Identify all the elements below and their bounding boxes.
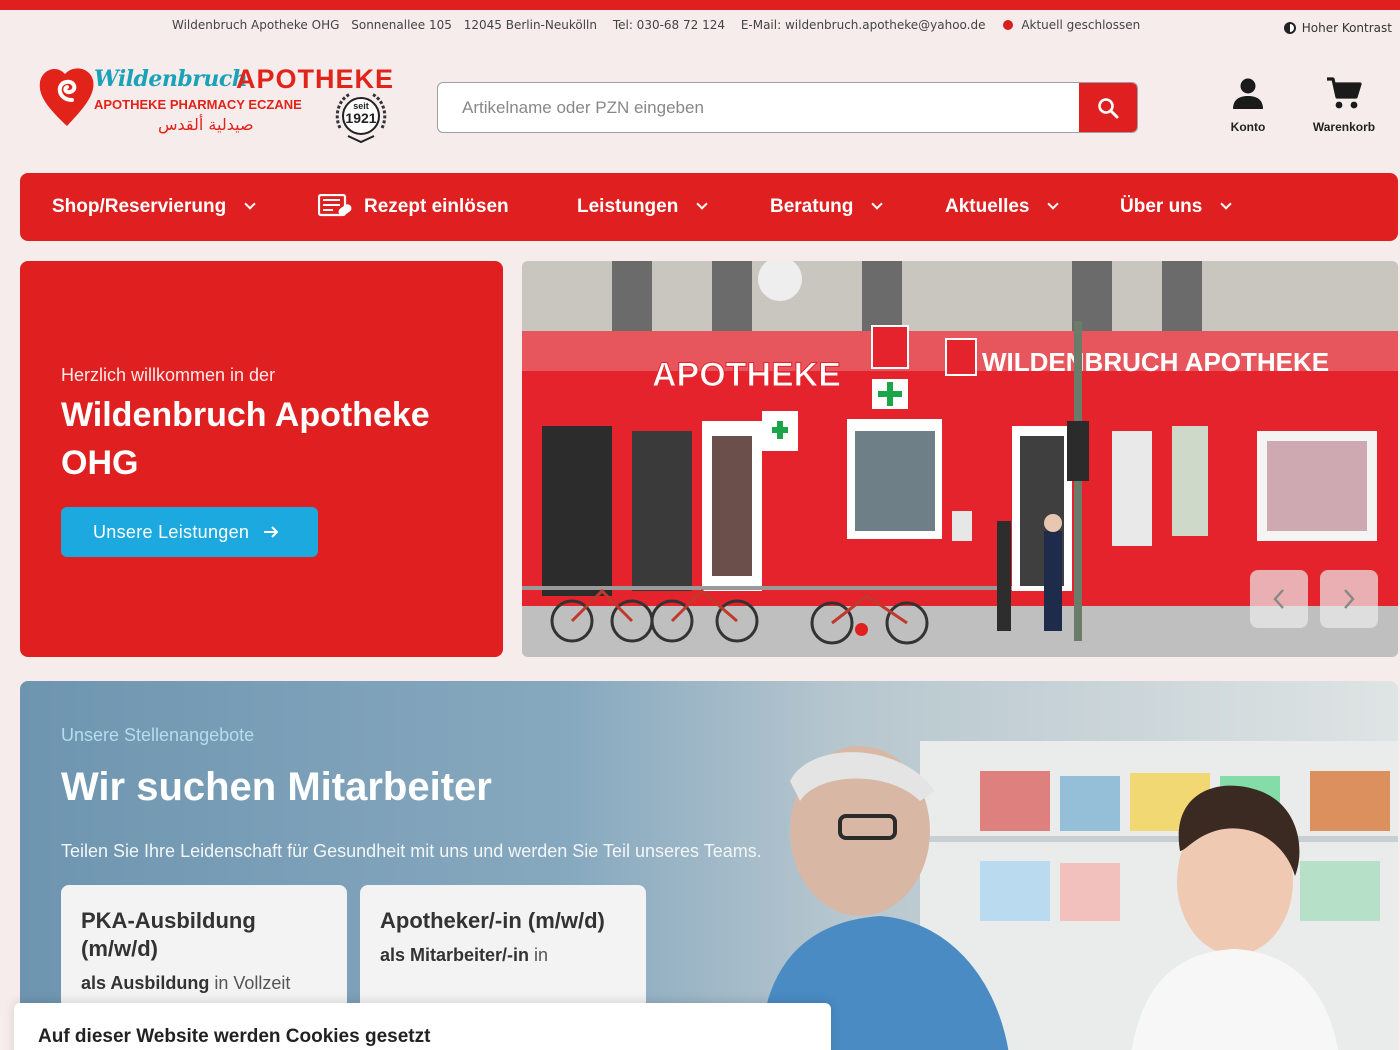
cart-icon (1327, 77, 1362, 109)
search-button[interactable] (1079, 83, 1137, 132)
status-dot-icon (1003, 20, 1014, 30)
chevron-left-icon (1273, 589, 1284, 609)
search-input[interactable] (438, 83, 1078, 132)
chevron-down-icon (696, 198, 709, 210)
chevron-right-icon (1344, 589, 1355, 609)
welcome-panel: Herzlich willkommen in der Wildenbruch A… (20, 261, 503, 657)
job-card-type-bold: als Mitarbeiter/-in (380, 945, 530, 965)
user-icon (1233, 78, 1263, 109)
carousel-next-button[interactable] (1320, 570, 1378, 628)
job-card-type: als Ausbildung in Vollzeit (81, 973, 327, 994)
welcome-kicker: Herzlich willkommen in der (61, 365, 276, 385)
job-card-type: als Mitarbeiter/-in in (380, 945, 626, 966)
hero-carousel: APOTHEKE WILDENBRUCH APOTHEKE (522, 261, 1398, 657)
chevron-down-icon (1047, 198, 1060, 210)
main-navigation: Shop/Reservierung Rezept einlösen Leistu… (20, 173, 1398, 241)
services-button-label: Unsere Leistungen (93, 521, 250, 542)
nav-item-services[interactable]: Leistungen (577, 173, 709, 241)
high-contrast-toggle[interactable]: Hoher Kontrast (1283, 21, 1392, 35)
contact-info: Wildenbruch Apotheke OHG Sonnenallee 105… (172, 18, 1148, 32)
jobs-kicker: Unsere Stellenangebote (61, 725, 255, 745)
cookie-banner: Auf dieser Website werden Cookies gesetz… (14, 1003, 831, 1050)
jobs-description: Teilen Sie Ihre Leidenschaft für Gesundh… (61, 841, 762, 861)
logo-subtitle: APOTHEKE PHARMACY ECZANE (94, 97, 302, 112)
carousel-indicator-dot[interactable] (855, 623, 868, 636)
company-name: Wildenbruch Apotheke OHG (172, 18, 340, 32)
nav-item-label: Leistungen (577, 196, 679, 217)
nav-item-news[interactable]: Aktuelles (945, 173, 1060, 241)
logo-arabic-text: صيدلية ألقدس (158, 115, 254, 134)
account-label: Konto (1230, 120, 1266, 134)
jobs-title: Wir suchen Mitarbeiter (61, 765, 492, 809)
nav-item-about[interactable]: Über uns (1120, 173, 1233, 241)
info-bar: Wildenbruch Apotheke OHG Sonnenallee 105… (0, 10, 1400, 42)
nav-item-label: Rezept einlösen (364, 196, 509, 217)
job-card-type-rest: in (529, 945, 549, 965)
search-icon (1098, 97, 1119, 118)
nav-item-shop[interactable]: Shop/Reservierung (52, 173, 256, 241)
high-contrast-label: Hoher Kontrast (1301, 21, 1392, 35)
job-card-type-rest: in Vollzeit (209, 973, 291, 993)
cart-label: Warenkorb (1312, 120, 1376, 134)
cart-button[interactable]: Warenkorb (1304, 76, 1384, 146)
opening-status: Aktuell geschlossen (1021, 18, 1141, 32)
nav-item-label: Shop/Reservierung (52, 196, 227, 217)
seal-badge-icon: seit 1921 (335, 92, 387, 144)
hero-sign-right: WILDENBRUCH APOTHEKE (982, 347, 1329, 377)
carousel-prev-button[interactable] (1250, 570, 1308, 628)
street-address: Sonnenallee 105 (351, 18, 452, 32)
search-bar (437, 82, 1138, 133)
city-address: 12045 Berlin-Neukölln (463, 18, 597, 32)
chevron-down-icon (1220, 198, 1233, 210)
chevron-down-icon (871, 198, 884, 210)
nav-item-label: Aktuelles (945, 196, 1030, 217)
job-card-type-bold: als Ausbildung (81, 973, 210, 993)
chevron-down-icon (244, 198, 256, 210)
cookie-banner-title: Auf dieser Website werden Cookies gesetz… (38, 1026, 431, 1047)
welcome-title: Wildenbruch Apotheke OHG (61, 396, 430, 482)
jobs-section: Unsere Stellenangebote Wir suchen Mitarb… (20, 681, 1398, 1050)
account-button[interactable]: Konto (1208, 76, 1288, 146)
heart-logo-icon (39, 68, 94, 126)
logo-script-text: Wildenbruch (94, 66, 248, 92)
top-accent-bar (0, 0, 1400, 10)
services-button[interactable]: Unsere Leistungen (61, 507, 318, 557)
job-card-title: Apotheker/-in (m/w/d) (380, 908, 605, 933)
contrast-icon (1283, 22, 1296, 34)
nav-item-label: Über uns (1120, 196, 1203, 217)
nav-item-advice[interactable]: Beratung (770, 173, 884, 241)
email-link[interactable]: E-Mail: wildenbruch.apotheke@yahoo.de (741, 18, 986, 32)
nav-item-label: Beratung (770, 196, 854, 217)
hero-sign-left: APOTHEKE (652, 356, 841, 394)
prescription-icon (318, 194, 352, 217)
pharmacy-logo[interactable]: Wildenbruch APOTHEKE APOTHEKE PHARMACY E… (38, 62, 394, 144)
arrow-right-icon (264, 526, 279, 538)
nav-item-prescription[interactable]: Rezept einlösen (318, 173, 509, 241)
phone-link[interactable]: Tel: 030-68 72 124 (613, 18, 725, 32)
seal-year-text: 1921 (345, 110, 376, 126)
job-card-title: PKA-Ausbildung (m/w/d) (81, 908, 256, 961)
